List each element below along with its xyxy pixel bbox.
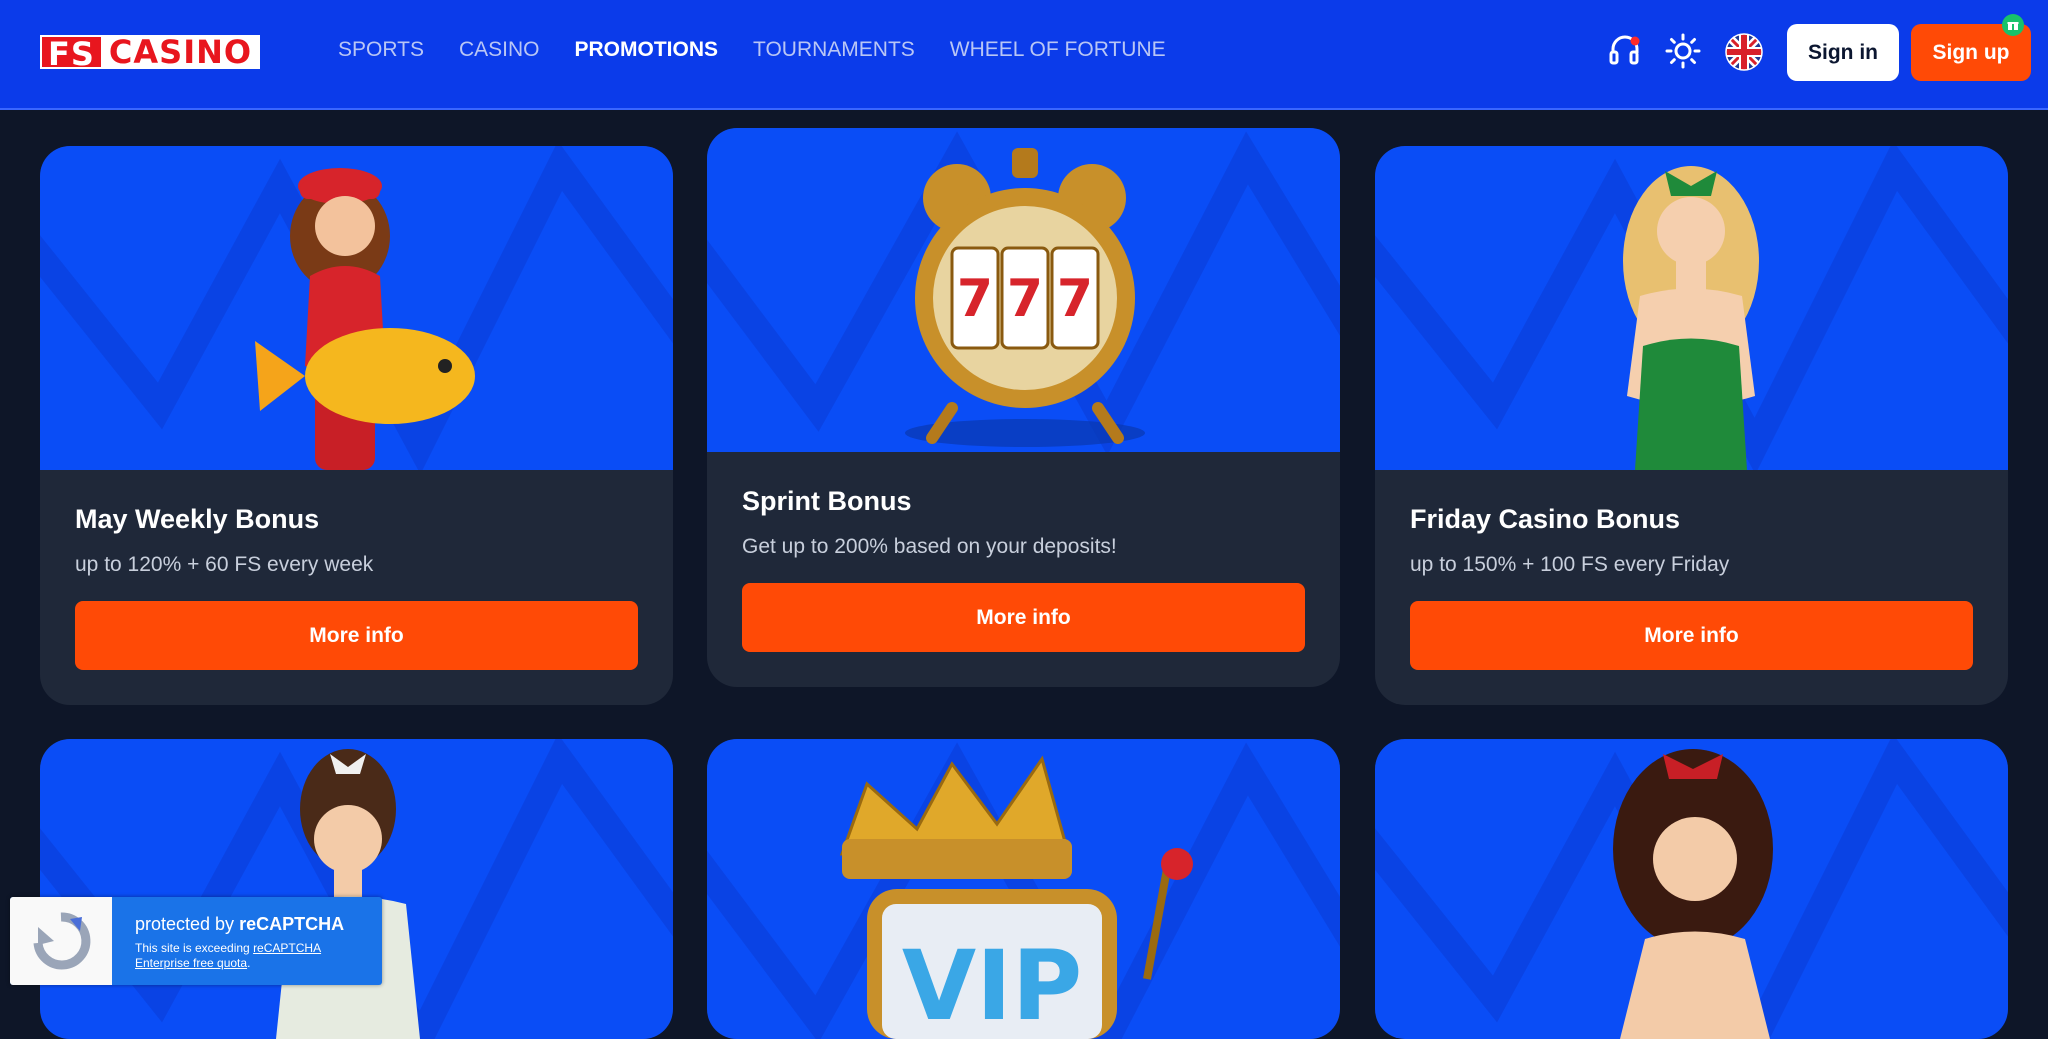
recaptcha-logo-icon [10,897,112,985]
svg-text:7: 7 [957,269,993,329]
svg-text:7: 7 [1057,269,1093,329]
nav-wheel-of-fortune[interactable]: WHEEL OF FORTUNE [950,38,1166,62]
gift-icon [2002,14,2024,36]
promo-art-slot-clock: 7 7 7 [707,128,1340,452]
promo-card: May Weekly Bonus up to 120% + 60 FS ever… [40,146,673,705]
promo-subtitle: Get up to 200% based on your deposits! [742,535,1117,558]
svg-text:7: 7 [1007,269,1043,329]
logo-fs: FS [40,35,101,71]
nav-sports[interactable]: SPORTS [338,38,424,62]
nav-tournaments[interactable]: TOURNAMENTS [753,38,915,62]
recaptcha-notice: This site is exceeding reCAPTCHA Enterpr… [135,941,322,970]
promo-subtitle: up to 120% + 60 FS every week [75,553,374,576]
support-icon[interactable] [1607,33,1643,69]
promo-title: Friday Casino Bonus [1410,504,1681,534]
promo-art-woman-green [1375,146,2008,470]
promo-art-vip-crown: VIP [707,739,1340,1039]
promo-card: Friday Casino Bonus up to 150% + 100 FS … [1375,146,2008,705]
fs-casino-logo[interactable]: FS CASINO [40,35,261,71]
nav-casino[interactable]: CASINO [459,38,540,62]
promo-title: Sprint Bonus [742,486,912,516]
more-info-button[interactable]: More info [742,583,1305,652]
promo-title: May Weekly Bonus [75,504,320,534]
logo-casino: CASINO [100,35,261,69]
recaptcha-title: protected by reCAPTCHA [135,914,345,934]
recaptcha-badge[interactable]: protected by reCAPTCHA This site is exce… [10,897,382,985]
promo-art-woman-fish [40,146,673,470]
theme-sun-icon[interactable] [1665,33,1701,69]
more-info-button[interactable]: More info [1410,601,1973,670]
promo-card: VIP [707,739,1340,1039]
promo-art-woman-bow [40,739,673,1039]
sign-in-button[interactable]: Sign in [1787,24,1899,81]
more-info-button[interactable]: More info [75,601,638,670]
promo-card [40,739,673,1039]
uk-flag-icon[interactable] [1725,33,1763,71]
promo-art-woman-red-bow [1375,739,2008,1039]
site-header: FS CASINO SPORTS CASINO PROMOTIONS TOURN… [0,0,2048,110]
main-nav: SPORTS CASINO PROMOTIONS TOURNAMENTS WHE… [338,38,1166,62]
promo-card: 7 7 7 Sprint Bonus Get up to 200% based … [707,128,1340,687]
svg-text:VIP: VIP [902,930,1082,1039]
promo-subtitle: up to 150% + 100 FS every Friday [1410,553,1730,576]
promo-card [1375,739,2008,1039]
nav-promotions[interactable]: PROMOTIONS [574,38,718,62]
